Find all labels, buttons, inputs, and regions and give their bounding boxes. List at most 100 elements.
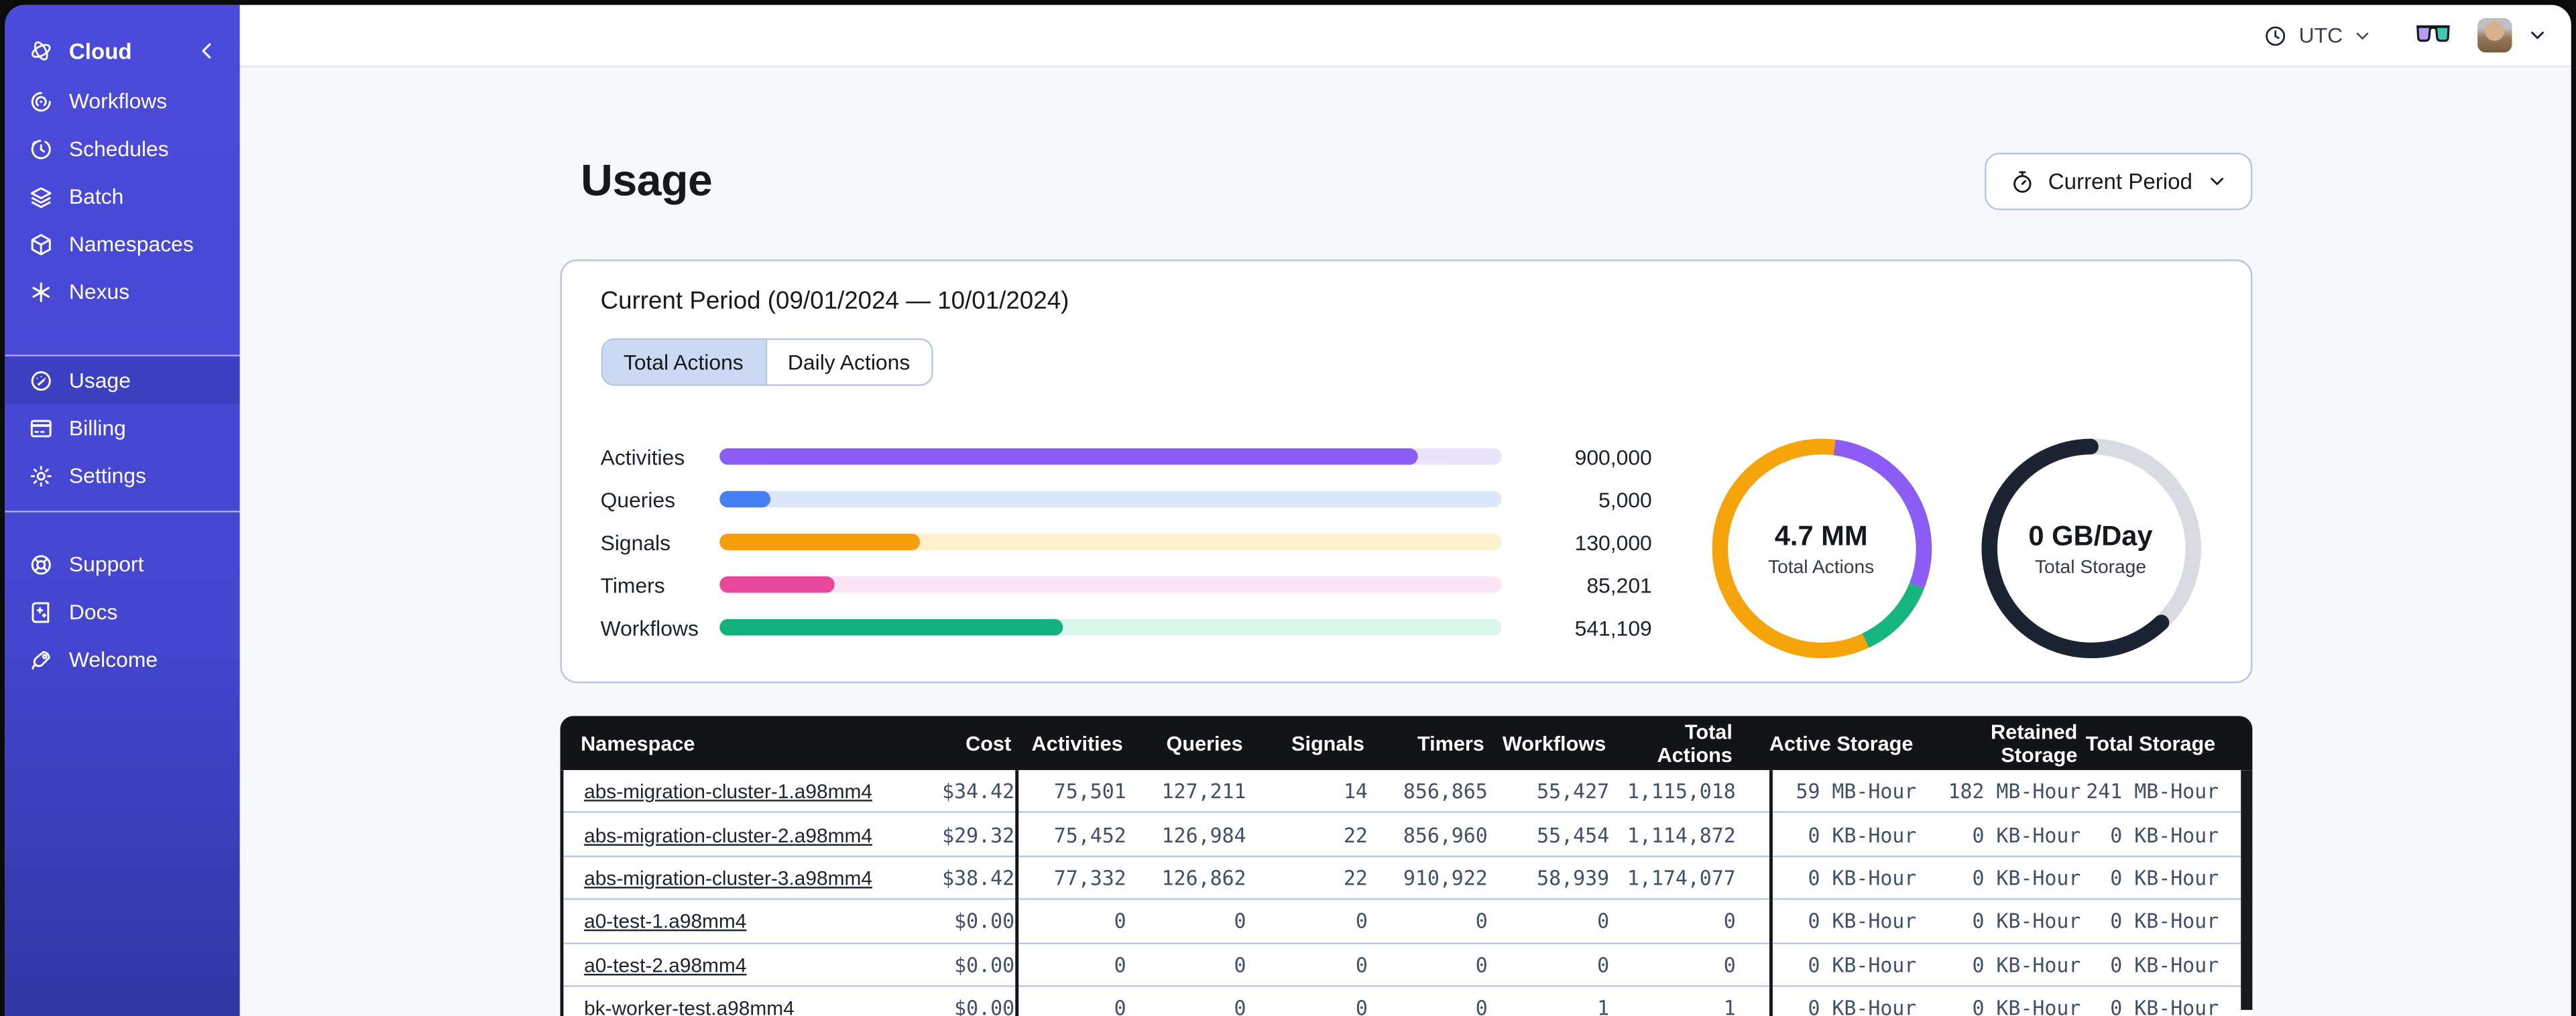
cell-workflows: 55,454 <box>1537 824 1610 847</box>
sidebar-item-docs[interactable]: Docs <box>5 588 239 635</box>
col-workflows: Workflows <box>1502 731 1606 755</box>
sidebar-item-billing[interactable]: Billing <box>5 404 239 452</box>
current-period-card: Current Period (09/01/2024 — 10/01/2024)… <box>559 259 2252 684</box>
sidebar-item-label: Schedules <box>68 136 169 162</box>
cell-workflows: 0 <box>1597 910 1610 934</box>
stopwatch-icon <box>2013 170 2031 192</box>
bar-label: Workflows <box>600 615 699 640</box>
cell-timers: 856,865 <box>1403 780 1488 804</box>
chevron-down-icon <box>2531 31 2544 40</box>
cell-total-actions: 1,114,872 <box>1609 813 1772 857</box>
usage-icon <box>31 370 51 390</box>
table-row: a0-test-1.a98mm4 $0.00 0 0 0 0 0 0 0 KB-… <box>563 900 2252 944</box>
namespace-link[interactable]: a0-test-1.a98mm4 <box>584 910 746 933</box>
sidebar-group-help: Support Docs Welcome <box>5 512 239 683</box>
bar-row-timers: Timers 85,201 <box>601 572 1652 597</box>
cell-activities: 75,452 <box>1053 824 1126 847</box>
cell-queries: 0 <box>1234 910 1246 934</box>
total-storage-donut: 0 GB/Day Total Storage <box>1971 429 2211 669</box>
sidebar-group-account: Usage Billing Settings <box>5 356 240 499</box>
cell-signals: 22 <box>1343 824 1368 847</box>
table-scrollbar[interactable] <box>2239 770 2252 1010</box>
cell-retained-storage: 0 KB-Hour <box>1972 824 2081 847</box>
cell-active-storage: 59 MB-Hour <box>1796 780 1917 804</box>
sidebar-item-batch[interactable]: Batch <box>5 172 239 220</box>
cell-retained-storage: 182 MB-Hour <box>1948 780 2081 804</box>
bar-label: Activities <box>600 444 685 469</box>
cell-activities: 77,332 <box>1053 867 1126 890</box>
user-avatar[interactable] <box>2477 17 2512 53</box>
cell-retained-storage: 0 KB-Hour <box>1972 954 2081 977</box>
sidebar-item-label: Namespaces <box>68 231 194 257</box>
sidebar-header-label: Cloud <box>68 38 132 64</box>
col-timers: Timers <box>1417 731 1484 755</box>
period-dropdown-button[interactable]: Current Period <box>1984 152 2252 210</box>
tab-daily-actions[interactable]: Daily Actions <box>766 340 932 385</box>
sidebar-item-support[interactable]: Support <box>5 540 239 588</box>
bar-row-queries: Queries 5,000 <box>601 487 1652 512</box>
cell-total-actions: 1,115,018 <box>1609 770 1772 814</box>
sidebar-collapse-button[interactable] <box>194 38 220 64</box>
table-header: Namespace Cost Activities Queries Signal… <box>559 716 2252 771</box>
namespace-usage-table: Namespace Cost Activities Queries Signal… <box>559 716 2252 1016</box>
clock-icon <box>2266 25 2286 46</box>
cell-total-actions: 0 <box>1609 943 1772 987</box>
tab-total-actions[interactable]: Total Actions <box>602 340 767 385</box>
cell-signals: 0 <box>1355 997 1368 1016</box>
sidebar-item-workflows[interactable]: Workflows <box>5 77 239 125</box>
cell-activities: 75,501 <box>1053 780 1126 804</box>
cell-active-storage: 0 KB-Hour <box>1808 867 1917 890</box>
bar-fill <box>719 491 770 508</box>
bar-track <box>719 576 1501 593</box>
namespace-link[interactable]: bk-worker-test.a98mm4 <box>584 997 795 1016</box>
cell-active-storage: 0 KB-Hour <box>1808 910 1917 934</box>
bar-fill <box>719 619 1063 636</box>
app-window: Cloud Workflows Schedules Batch Namespac… <box>5 5 2571 1016</box>
cell-timers: 856,960 <box>1403 824 1488 847</box>
cell-timers: 910,922 <box>1403 867 1488 890</box>
table-row: abs-migration-cluster-1.a98mm4 $34.42 75… <box>563 770 2252 814</box>
namespace-link[interactable]: abs-migration-cluster-3.a98mm4 <box>584 867 872 890</box>
sidebar-item-welcome[interactable]: Welcome <box>5 635 239 683</box>
bar-value: 541,109 <box>1574 615 1652 640</box>
cell-timers: 0 <box>1475 910 1488 934</box>
sidebar-item-label: Welcome <box>68 647 158 672</box>
sidebar-group-platform: Workflows Schedules Batch Namespaces Nex… <box>5 77 239 315</box>
sidebar-item-namespaces[interactable]: Namespaces <box>5 220 239 267</box>
demo-glasses-button[interactable] <box>2415 23 2451 48</box>
glasses-icon <box>2416 25 2450 42</box>
namespace-link[interactable]: abs-migration-cluster-1.a98mm4 <box>584 780 872 803</box>
table-row: abs-migration-cluster-3.a98mm4 $38.42 77… <box>563 856 2252 901</box>
user-menu-button[interactable] <box>2527 25 2549 46</box>
timezone-selector[interactable]: UTC <box>2263 22 2372 48</box>
cell-queries: 126,984 <box>1161 824 1246 847</box>
bar-label: Queries <box>600 487 676 512</box>
sidebar-item-label: Nexus <box>68 279 130 304</box>
bar-fill <box>719 576 835 593</box>
cell-queries: 0 <box>1234 997 1246 1016</box>
cell-total-storage: 0 KB-Hour <box>2110 867 2219 890</box>
cell-retained-storage: 0 KB-Hour <box>1972 997 2081 1016</box>
namespace-link[interactable]: abs-migration-cluster-2.a98mm4 <box>584 824 872 846</box>
workflows-icon <box>31 91 51 111</box>
sidebar-item-label: Support <box>68 552 144 577</box>
total-storage-value: 0 GB/Day <box>2028 519 2153 552</box>
screen: Cloud Workflows Schedules Batch Namespac… <box>0 0 2576 1016</box>
cell-activities: 0 <box>1114 997 1126 1016</box>
bar-row-activities: Activities 900,000 <box>601 444 1652 469</box>
page-title: Usage <box>581 155 713 206</box>
cell-cost: $0.00 <box>900 987 1018 1016</box>
sidebar-item-usage[interactable]: Usage <box>5 356 240 404</box>
cell-workflows: 58,939 <box>1537 867 1610 890</box>
sidebar-item-nexus[interactable]: Nexus <box>5 267 239 315</box>
bar-track <box>719 619 1501 636</box>
namespace-link[interactable]: a0-test-2.a98mm4 <box>584 954 746 976</box>
sidebar-item-schedules[interactable]: Schedules <box>5 125 239 172</box>
bar-fill <box>719 533 920 550</box>
bar-row-workflows: Workflows 541,109 <box>601 615 1652 640</box>
cell-workflows: 55,427 <box>1537 780 1610 804</box>
sidebar-item-label: Usage <box>68 367 131 393</box>
cell-timers: 0 <box>1475 997 1488 1016</box>
sidebar-item-settings[interactable]: Settings <box>5 452 239 499</box>
cell-total-storage: 0 KB-Hour <box>2110 910 2219 934</box>
